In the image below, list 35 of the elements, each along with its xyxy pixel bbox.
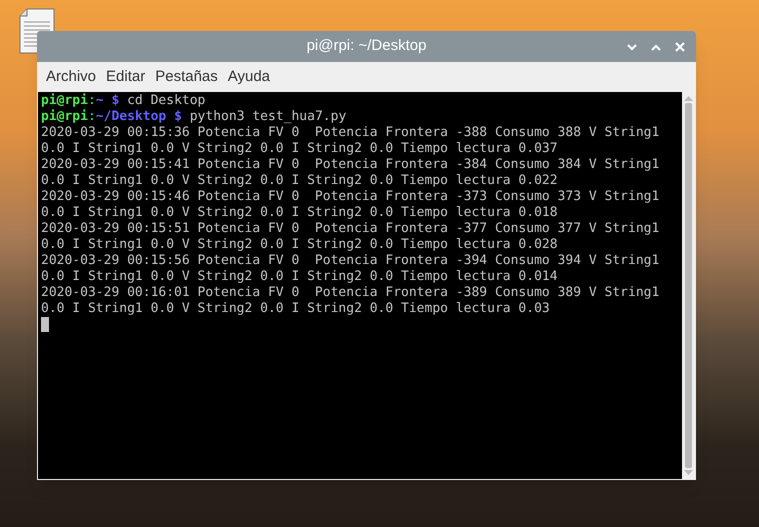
output-line: 0.0 I String1 0.0 V String2 0.0 I String2 0.0 Tiempo lectura 0.022 bbox=[41, 173, 558, 188]
output-line: 2020-03-29 00:15:36 Potencia FV 0 Potencia Frontera -388 Consumo 388 V String1 bbox=[41, 125, 660, 140]
output-line: 0.0 I String1 0.0 V String2 0.0 I String2 0.0 Tiempo lectura 0.014 bbox=[41, 269, 558, 284]
prompt-symbol: $ bbox=[110, 93, 120, 108]
terminal-area[interactable] bbox=[38, 92, 682, 479]
output-line: 2020-03-29 00:15:51 Potencia FV 0 Potencia Frontera -377 Consumo 377 V String1 bbox=[41, 221, 660, 236]
scroll-down-icon[interactable] bbox=[684, 470, 693, 476]
prompt-symbol: $ bbox=[173, 109, 182, 124]
output-line: 0.0 I String1 0.0 V String2 0.0 I String2 0.0 Tiempo lectura 0.018 bbox=[41, 205, 558, 220]
chevron-up-icon bbox=[651, 44, 661, 50]
prompt-path: ~ bbox=[96, 93, 104, 108]
menu-item[interactable]: Archivo bbox=[41, 66, 102, 88]
output-line: 0.0 I String1 0.0 V String2 0.0 I String2 0.0 Tiempo lectura 0.037 bbox=[41, 141, 558, 156]
menu-item[interactable]: Editar bbox=[101, 66, 150, 88]
output-line: 0.0 I String1 0.0 V String2 0.0 I String2 0.0 Tiempo lectura 0.028 bbox=[41, 237, 558, 252]
prompt-user: pi@rpi bbox=[41, 109, 88, 124]
output-line: 2020-03-29 00:15:56 Potencia FV 0 Potencia Frontera -394 Consumo 394 V String1 bbox=[41, 253, 660, 268]
menu-item[interactable]: Ayuda bbox=[222, 66, 276, 88]
command-text: cd Desktop bbox=[126, 93, 206, 108]
text-cursor bbox=[41, 317, 49, 332]
output-line: 2020-03-29 00:16:01 Potencia FV 0 Potencia Frontera -389 Consumo 389 V String1 bbox=[41, 285, 660, 300]
output-line: 0.0 I String1 0.0 V String2 0.0 I String2 0.0 Tiempo lectura 0.03 bbox=[41, 301, 550, 316]
prompt-user: pi@rpi bbox=[41, 93, 88, 108]
command-text: python3 test_hua7.py bbox=[188, 109, 346, 124]
menu-item[interactable]: Pestañas bbox=[150, 66, 223, 88]
prompt-separator: : bbox=[88, 109, 96, 124]
prompt-separator: : bbox=[88, 93, 96, 108]
scrollbar-thumb[interactable] bbox=[685, 103, 692, 468]
chevron-down-icon bbox=[627, 44, 637, 50]
output-line: 2020-03-29 00:15:46 Potencia FV 0 Potencia Frontera -373 Consumo 373 V String1 bbox=[41, 189, 660, 204]
close-icon bbox=[675, 42, 685, 52]
scroll-up-icon[interactable] bbox=[684, 95, 693, 101]
output-line: 2020-03-29 00:15:41 Potencia FV 0 Potencia Frontera -384 Consumo 384 V String1 bbox=[41, 157, 660, 172]
window-title: pi@rpi: ~/Desktop bbox=[306, 36, 426, 56]
prompt-path: ~/Desktop bbox=[96, 109, 166, 124]
